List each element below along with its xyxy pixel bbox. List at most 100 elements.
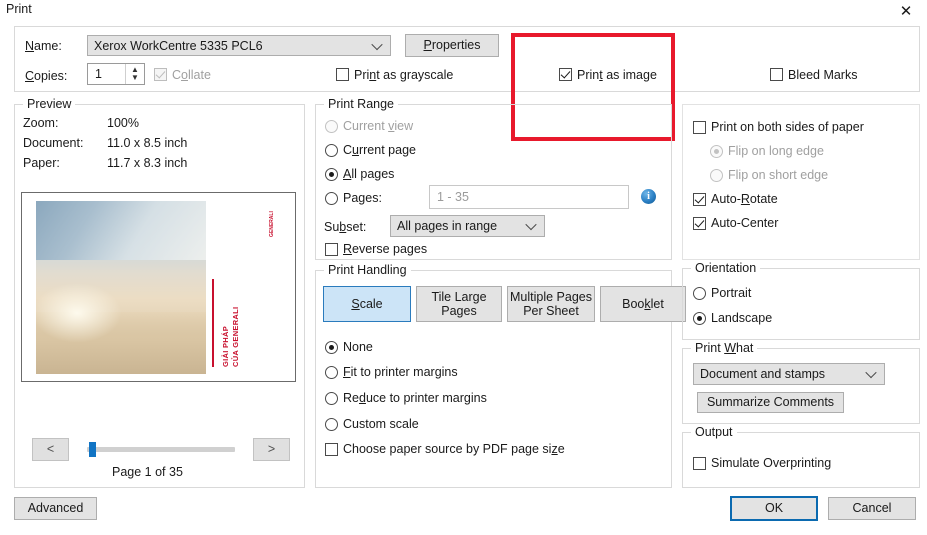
simulate-overprinting-checkbox[interactable] [693, 457, 706, 470]
tab-booklet[interactable]: Booklet [600, 286, 686, 322]
subset-dropdown[interactable]: All pages in range [390, 215, 545, 237]
preview-next-page-button[interactable]: > [253, 438, 290, 461]
print-what-dropdown[interactable]: Document and stamps [693, 363, 885, 385]
properties-label: Properties [423, 38, 481, 53]
preview-accent-bar [212, 279, 214, 367]
auto-rotate-checkbox[interactable] [693, 193, 706, 206]
chevron-down-icon [373, 40, 382, 49]
reverse-pages-label: Reverse pages [343, 242, 428, 256]
print-what-panel: Print What Document and stamps Summarize… [682, 341, 920, 424]
radio-portrait[interactable] [693, 287, 706, 300]
output-panel: Output Simulate Overprinting [682, 425, 920, 488]
label-scale-none: None [343, 340, 373, 354]
reverse-pages-checkbox[interactable] [325, 243, 338, 256]
spinner-down-icon: ▼ [131, 73, 139, 82]
label-landscape: Landscape [711, 311, 773, 325]
radio-reduce-to-printer-margins[interactable] [325, 392, 338, 405]
printer-name-value: Xerox WorkCentre 5335 PCL6 [94, 38, 263, 53]
preview-logo: GENERALI [269, 211, 275, 237]
cancel-button[interactable]: Cancel [828, 497, 916, 520]
tab-scale[interactable]: Scale [323, 286, 411, 322]
preview-photo-glow [32, 283, 122, 343]
radio-fit-to-printer-margins[interactable] [325, 366, 338, 379]
copies-stepper[interactable]: 1 ▲ ▼ [87, 63, 145, 85]
properties-button[interactable]: Properties [405, 34, 499, 57]
auto-center-checkbox[interactable] [693, 217, 706, 230]
advanced-button[interactable]: Advanced [14, 497, 97, 520]
close-icon[interactable]: ✕ [893, 0, 919, 22]
tab-multiple-pages-per-sheet[interactable]: Multiple Pages Per Sheet [507, 286, 595, 322]
auto-center-label: Auto-Center [711, 216, 779, 230]
label-current-view: Current view [343, 119, 414, 133]
print-range-group-title: Print Range [324, 97, 399, 111]
ok-button[interactable]: OK [730, 496, 818, 521]
radio-pages[interactable] [325, 192, 338, 205]
label-reduce-to-printer-margins: Reduce to printer margins [343, 391, 487, 405]
radio-current-page[interactable] [325, 144, 338, 157]
label-portrait: Portrait [711, 286, 752, 300]
print-range-panel: Print Range Current view Current page Al… [315, 97, 672, 260]
preview-document-value: 11.0 x 8.5 inch [107, 136, 188, 150]
print-both-sides-checkbox[interactable] [693, 121, 706, 134]
preview-prev-page-button[interactable]: < [32, 438, 69, 461]
radio-current-view[interactable] [325, 120, 338, 133]
printer-panel: Name: Xerox WorkCentre 5335 PCL6 Propert… [14, 26, 920, 92]
print-handling-panel: Print Handling Scale Tile Large Pages Mu… [315, 263, 686, 488]
choose-paper-source-label: Choose paper source by PDF page size [343, 442, 565, 456]
info-icon[interactable]: i [641, 189, 656, 204]
tab-multiple-pages-line2: Per Sheet [523, 304, 579, 318]
preview-headline-line2: CỦA GENERALI [231, 306, 240, 367]
pages-range-input[interactable]: 1 - 35 [429, 185, 629, 209]
print-both-sides-label: Print on both sides of paper [711, 120, 864, 134]
preview-zoom-label: Zoom: [23, 116, 59, 130]
preview-group-title: Preview [23, 97, 76, 111]
label-custom-scale: Custom scale [343, 417, 419, 431]
title-bar: Print ✕ [0, 0, 927, 22]
cancel-label: Cancel [852, 501, 892, 516]
printer-name-dropdown[interactable]: Xerox WorkCentre 5335 PCL6 [87, 35, 391, 56]
ok-label: OK [764, 501, 784, 516]
tab-scale-label: Scale [351, 296, 383, 311]
preview-page-slider[interactable] [87, 447, 235, 452]
bleed-marks-checkbox[interactable] [770, 68, 783, 81]
label-current-page: Current page [343, 143, 416, 157]
summarize-comments-button[interactable]: Summarize Comments [697, 392, 844, 413]
preview-headline-line1: GIẢI PHÁP [221, 325, 230, 367]
radio-flip-long-edge[interactable] [710, 145, 723, 158]
print-as-image-label: Print as image [577, 68, 657, 82]
summarize-comments-label: Summarize Comments [706, 395, 835, 410]
radio-landscape[interactable] [693, 312, 706, 325]
radio-scale-none[interactable] [325, 341, 338, 354]
label-pages: Pages: [343, 191, 382, 205]
auto-rotate-label: Auto-Rotate [711, 192, 778, 206]
print-what-group-title: Print What [691, 341, 758, 355]
print-as-grayscale-checkbox[interactable] [336, 68, 349, 81]
preview-zoom-value: 100% [107, 116, 139, 130]
radio-flip-short-edge[interactable] [710, 169, 723, 182]
preview-paper-value: 11.7 x 8.3 inch [107, 156, 188, 170]
preview-page-thumbnail: GIẢI PHÁP CỦA GENERALI GENERALI [21, 192, 296, 382]
radio-all-pages[interactable] [325, 168, 338, 181]
collate-label: Collate [172, 68, 211, 82]
subset-label: Subset: [324, 220, 367, 234]
tab-booklet-label: Booklet [622, 296, 664, 311]
print-as-image-checkbox[interactable] [559, 68, 572, 81]
tab-tile-large-pages[interactable]: Tile Large Pages [416, 286, 502, 322]
copies-spinner-arrows[interactable]: ▲ ▼ [125, 64, 144, 84]
collate-checkbox[interactable] [154, 68, 167, 81]
label-fit-to-printer-margins: Fit to printer margins [343, 365, 458, 379]
duplex-panel: Print on both sides of paper Flip on lon… [682, 104, 920, 260]
copies-label: Copies: [25, 69, 68, 83]
radio-custom-scale[interactable] [325, 418, 338, 431]
preview-page-slider-thumb[interactable] [89, 442, 96, 457]
choose-paper-source-checkbox[interactable] [325, 443, 338, 456]
tab-tile-large-pages-line1: Tile Large [431, 289, 487, 304]
preview-prev-label: < [46, 442, 55, 457]
simulate-overprinting-label: Simulate Overprinting [711, 456, 832, 470]
preview-paper-label: Paper: [23, 156, 60, 170]
label-flip-long-edge: Flip on long edge [728, 144, 824, 158]
orientation-group-title: Orientation [691, 261, 761, 275]
printer-name-label: Name: [25, 39, 62, 53]
label-flip-short-edge: Flip on short edge [728, 168, 829, 182]
pages-range-value: 1 - 35 [437, 190, 469, 204]
